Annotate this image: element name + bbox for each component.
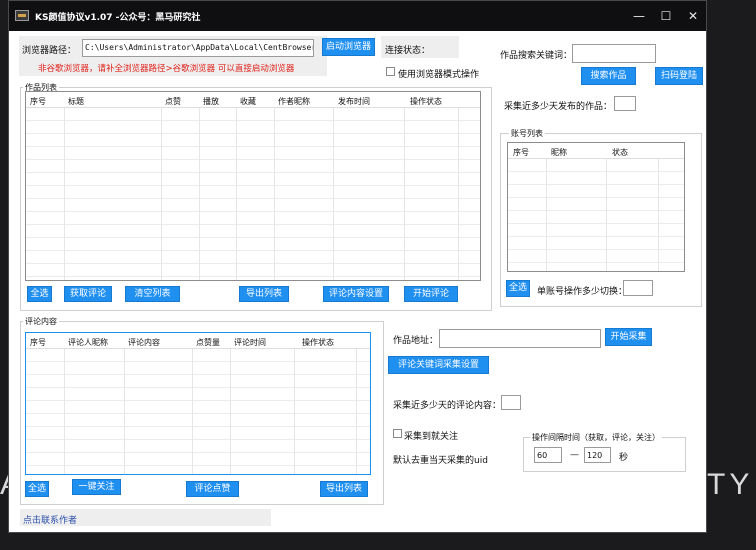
comments-col-nickname: 评论人昵称: [68, 338, 108, 347]
works-col-plays: 播放: [203, 97, 219, 106]
comment-list-header: 序号 评论人昵称 评论内容 点赞量 评论时间 操作状态: [26, 333, 370, 349]
account-switch-input[interactable]: [623, 280, 653, 296]
works-list-header: 序号 标题 点赞 播放 收藏 作者昵称 发布时间 操作状态: [26, 92, 480, 108]
recent-days-input[interactable]: [614, 96, 636, 111]
interval-title: 操作间隔时间（获取，评论，关注）: [530, 432, 662, 443]
comments-col-index: 序号: [30, 338, 46, 347]
works-col-author: 作者昵称: [278, 97, 310, 106]
accounts-col-status: 状态: [612, 148, 628, 157]
accounts-col-index: 序号: [513, 148, 529, 157]
recent-comment-days-input[interactable]: [501, 395, 521, 410]
follow-on-collect-checkbox[interactable]: [393, 429, 402, 438]
recent-days-label: 采集近多少天发布的作品：: [504, 102, 613, 112]
account-list-header: 序号 昵称 状态: [508, 143, 684, 159]
works-col-likes: 点赞: [165, 97, 181, 106]
interval-max-input[interactable]: 120: [584, 447, 611, 463]
work-url-input[interactable]: [439, 329, 601, 348]
follow-on-collect-label: 采集到就关注: [404, 432, 459, 442]
comments-col-status: 操作状态: [302, 338, 334, 347]
comment-content-settings-button[interactable]: 评论内容设置: [323, 286, 389, 302]
keyword-input[interactable]: [572, 44, 656, 63]
works-select-all-button[interactable]: 全选: [27, 286, 52, 302]
interval-min-value: 60: [537, 451, 548, 460]
works-col-publish-time: 发布时间: [338, 97, 370, 106]
browser-mode-checkbox[interactable]: [386, 67, 395, 76]
comments-col-time: 评论时间: [234, 338, 266, 347]
clear-works-list-button[interactable]: 清空列表: [125, 286, 180, 302]
works-col-favorites: 收藏: [240, 97, 256, 106]
browser-path-input[interactable]: C:\Users\Administrator\AppData\Local\Cen…: [82, 39, 314, 57]
interval-max-value: 120: [587, 451, 603, 460]
get-comments-button[interactable]: 获取评论: [64, 286, 112, 302]
scan-login-button[interactable]: 扫码登陆: [655, 67, 703, 85]
app-icon: [15, 10, 29, 21]
account-list-rows: [508, 159, 684, 271]
window-title: KS颜值协议v1.07 -公众号：黑马研究社: [35, 13, 201, 23]
works-col-status: 操作状态: [410, 97, 442, 106]
search-works-button[interactable]: 搜索作品: [581, 67, 636, 85]
comment-list-table[interactable]: 序号 评论人昵称 评论内容 点赞量 评论时间 操作状态: [25, 332, 371, 475]
dedupe-note: 默认去重当天采集的uid: [393, 456, 488, 466]
comment-list-rows: [26, 349, 370, 474]
works-col-title: 标题: [68, 97, 84, 106]
like-comments-button[interactable]: 评论点赞: [186, 481, 239, 497]
interval-min-input[interactable]: 60: [534, 447, 562, 463]
works-col-index: 序号: [30, 97, 46, 106]
account-switch-label: 单账号操作多少切换：: [537, 287, 628, 297]
comments-col-content: 评论内容: [128, 338, 160, 347]
account-list-table[interactable]: 序号 昵称 状态: [507, 142, 685, 272]
browser-warning-text: 非谷歌浏览器，请补全浏览器路径>谷歌浏览器 可以直接启动浏览器: [38, 64, 295, 74]
browser-path-label: 浏览器路径：: [22, 46, 77, 56]
title-bar: KS颜值协议v1.07 -公众号：黑马研究社 — ☐ ✕: [9, 1, 706, 31]
recent-comment-days-label: 采集近多少天的评论内容：: [393, 401, 502, 411]
accounts-col-nickname: 昵称: [551, 148, 567, 157]
comment-list-title: 评论内容: [23, 316, 59, 327]
export-comments-button[interactable]: 导出列表: [320, 481, 368, 497]
comments-col-likes: 点赞量: [196, 338, 220, 347]
interval-unit: 秒: [619, 453, 629, 463]
start-comment-button[interactable]: 开始评论: [404, 286, 458, 302]
connection-status-label: 连接状态：: [385, 46, 431, 56]
follow-all-button[interactable]: 一键关注: [72, 479, 121, 495]
work-url-label: 作品地址：: [393, 336, 439, 346]
comment-keyword-settings-button[interactable]: 评论关键词采集设置: [388, 356, 489, 374]
browser-path-value: C:\Users\Administrator\AppData\Local\Cen…: [85, 43, 313, 52]
comments-select-all-button[interactable]: 全选: [25, 481, 49, 497]
browser-mode-label: 使用浏览器模式操作: [398, 70, 480, 80]
keyword-label: 作品搜索关键词：: [500, 51, 573, 61]
close-button[interactable]: ✕: [681, 7, 705, 25]
maximize-button[interactable]: ☐: [654, 7, 678, 25]
works-list-rows: [26, 108, 480, 280]
interval-separator: —: [570, 450, 579, 460]
launch-browser-button[interactable]: 启动浏览器: [322, 38, 375, 56]
works-list-table[interactable]: 序号 标题 点赞 播放 收藏 作者昵称 发布时间 操作状态: [25, 91, 481, 281]
desktop-background-text-right: TY: [707, 468, 754, 501]
accounts-select-all-button[interactable]: 全选: [506, 280, 530, 297]
app-window: KS颜值协议v1.07 -公众号：黑马研究社 — ☐ ✕ 浏览器路径： C:\U…: [8, 0, 707, 533]
account-list-title: 账号列表: [509, 128, 545, 139]
contact-author-link[interactable]: 点击联系作者: [23, 513, 77, 526]
start-collect-button[interactable]: 开始采集: [605, 328, 652, 346]
minimize-button[interactable]: —: [627, 7, 651, 25]
export-works-list-button[interactable]: 导出列表: [239, 286, 289, 302]
